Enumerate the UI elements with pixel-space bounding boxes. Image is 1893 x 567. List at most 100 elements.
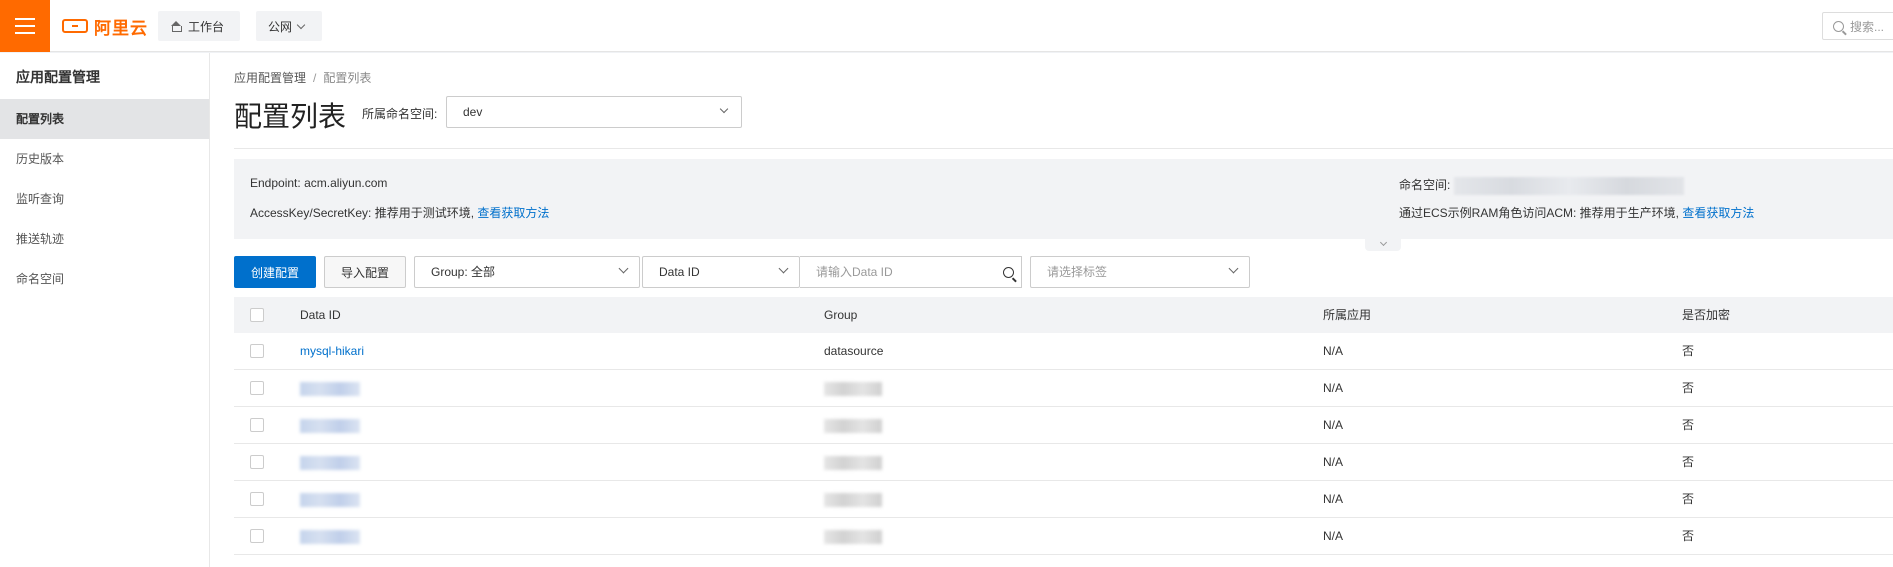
data-id-link-redacted[interactable]	[300, 444, 360, 480]
namespace-value: dev	[463, 105, 483, 119]
header-group: Group	[824, 308, 858, 322]
divider	[234, 148, 1893, 149]
breadcrumb-current: 配置列表	[323, 71, 372, 85]
search-icon	[1833, 20, 1844, 32]
app-cell: N/A	[1323, 344, 1344, 358]
table-row: N/A 否	[234, 407, 1893, 444]
create-config-button[interactable]: 创建配置	[234, 256, 316, 288]
redacted-group	[824, 418, 882, 433]
data-id-link-redacted[interactable]	[300, 481, 360, 517]
header-encrypted: 是否加密	[1682, 308, 1731, 322]
sidebar-item-namespace[interactable]: 命名空间	[0, 259, 209, 299]
workbench-button[interactable]: 工作台	[158, 11, 240, 41]
group-select-value: Group: 全部	[431, 265, 496, 279]
encrypted-cell: 否	[1682, 381, 1695, 395]
group-select[interactable]: Group: 全部	[414, 256, 640, 288]
group-cell-redacted	[824, 370, 882, 406]
chevron-down-icon	[778, 263, 789, 274]
aliyun-logo[interactable]: 阿里云	[62, 14, 148, 38]
breadcrumb-separator: /	[313, 71, 317, 85]
accesskey-howto-link[interactable]: 查看获取方法	[477, 206, 549, 220]
app-cell: N/A	[1323, 455, 1344, 469]
group-cell-redacted	[824, 444, 882, 480]
chevron-down-icon	[1379, 238, 1387, 247]
logo-text: 阿里云	[94, 18, 148, 38]
row-checkbox[interactable]	[250, 417, 264, 432]
search-field-value: Data ID	[659, 265, 700, 279]
chevron-down-icon	[296, 20, 306, 29]
ecs-howto-link[interactable]: 查看获取方法	[1682, 206, 1754, 220]
search-icon[interactable]	[1003, 267, 1014, 278]
encrypted-cell: 否	[1682, 418, 1695, 432]
search-field-select[interactable]: Data ID	[642, 256, 800, 288]
row-checkbox[interactable]	[250, 380, 264, 395]
select-all-checkbox[interactable]	[250, 307, 264, 322]
group-cell: datasource	[824, 344, 884, 358]
config-table: Data ID Group 所属应用 是否加密 mysql-hikari dat…	[234, 297, 1893, 555]
redacted-group	[824, 492, 882, 507]
chevron-down-icon	[618, 263, 629, 274]
row-checkbox[interactable]	[250, 343, 264, 358]
collapse-toggle[interactable]	[1365, 238, 1401, 251]
group-cell-redacted	[824, 518, 882, 554]
row-checkbox[interactable]	[250, 491, 264, 506]
group-cell-redacted	[824, 481, 882, 517]
region-dropdown[interactable]: 公网	[256, 11, 322, 41]
row-checkbox-cell	[250, 481, 264, 517]
data-id-link-redacted[interactable]	[300, 370, 360, 406]
redacted-data-id	[300, 492, 360, 507]
redacted-group	[824, 381, 882, 396]
tags-select[interactable]: 请选择标签	[1030, 256, 1250, 288]
search-placeholder: 搜索...	[1850, 19, 1885, 34]
chevron-down-icon	[1228, 263, 1239, 274]
table-row: N/A 否	[234, 444, 1893, 481]
sidebar-title: 应用配置管理	[16, 69, 100, 85]
breadcrumb-parent[interactable]: 应用配置管理	[234, 71, 306, 85]
encrypted-cell: 否	[1682, 492, 1695, 506]
redacted-group	[824, 455, 882, 470]
data-id-link-redacted[interactable]	[300, 518, 360, 554]
info-panel: Endpoint: acm.aliyun.com AccessKey/Secre…	[234, 159, 1893, 239]
select-all-cell	[250, 297, 264, 333]
accesskey-text: AccessKey/SecretKey: 推荐用于测试环境,	[250, 206, 475, 220]
data-id-search-input[interactable]	[800, 256, 1022, 288]
row-checkbox[interactable]	[250, 528, 264, 543]
sidebar-item-config-list[interactable]: 配置列表	[0, 99, 209, 139]
redacted-data-id	[300, 418, 360, 433]
row-checkbox-cell	[250, 407, 264, 443]
top-bar: 阿里云 工作台 公网 搜索...	[0, 0, 1893, 52]
namespace-select[interactable]: dev	[446, 96, 742, 128]
sidebar-item-listener-query[interactable]: 监听查询	[0, 179, 209, 219]
namespace-id-redacted	[1453, 176, 1684, 195]
ecs-text: 通过ECS示例RAM角色访问ACM: 推荐用于生产环境,	[1399, 206, 1680, 220]
data-id-link[interactable]: mysql-hikari	[300, 333, 364, 369]
endpoint-value: acm.aliyun.com	[304, 176, 388, 190]
redacted-group	[824, 529, 882, 544]
sidebar: 应用配置管理 配置列表 历史版本 监听查询 推送轨迹 命名空间	[0, 53, 210, 567]
group-cell-redacted	[824, 407, 882, 443]
aliyun-logo-icon	[62, 19, 88, 33]
encrypted-cell: 否	[1682, 344, 1695, 358]
sidebar-item-history[interactable]: 历史版本	[0, 139, 209, 179]
app-cell: N/A	[1323, 529, 1344, 543]
breadcrumb: 应用配置管理 / 配置列表	[234, 69, 371, 86]
sidebar-item-push-trace[interactable]: 推送轨迹	[0, 219, 209, 259]
redacted-data-id	[300, 455, 360, 470]
encrypted-cell: 否	[1682, 529, 1695, 543]
home-icon	[170, 21, 182, 32]
row-checkbox[interactable]	[250, 454, 264, 469]
data-id-link-redacted[interactable]	[300, 407, 360, 443]
table-row: N/A 否	[234, 518, 1893, 555]
header-data-id: Data ID	[300, 308, 341, 322]
global-search-input[interactable]: 搜索...	[1822, 12, 1893, 40]
row-checkbox-cell	[250, 370, 264, 406]
redacted-data-id	[300, 381, 360, 396]
import-config-button[interactable]: 导入配置	[324, 256, 406, 288]
table-header: Data ID Group 所属应用 是否加密	[234, 297, 1893, 333]
menu-icon[interactable]	[0, 0, 50, 52]
redacted-data-id	[300, 529, 360, 544]
namespace-id-line: 命名空间:	[1399, 176, 1684, 195]
workbench-label: 工作台	[188, 19, 225, 34]
row-checkbox-cell	[250, 333, 264, 369]
encrypted-cell: 否	[1682, 455, 1695, 469]
